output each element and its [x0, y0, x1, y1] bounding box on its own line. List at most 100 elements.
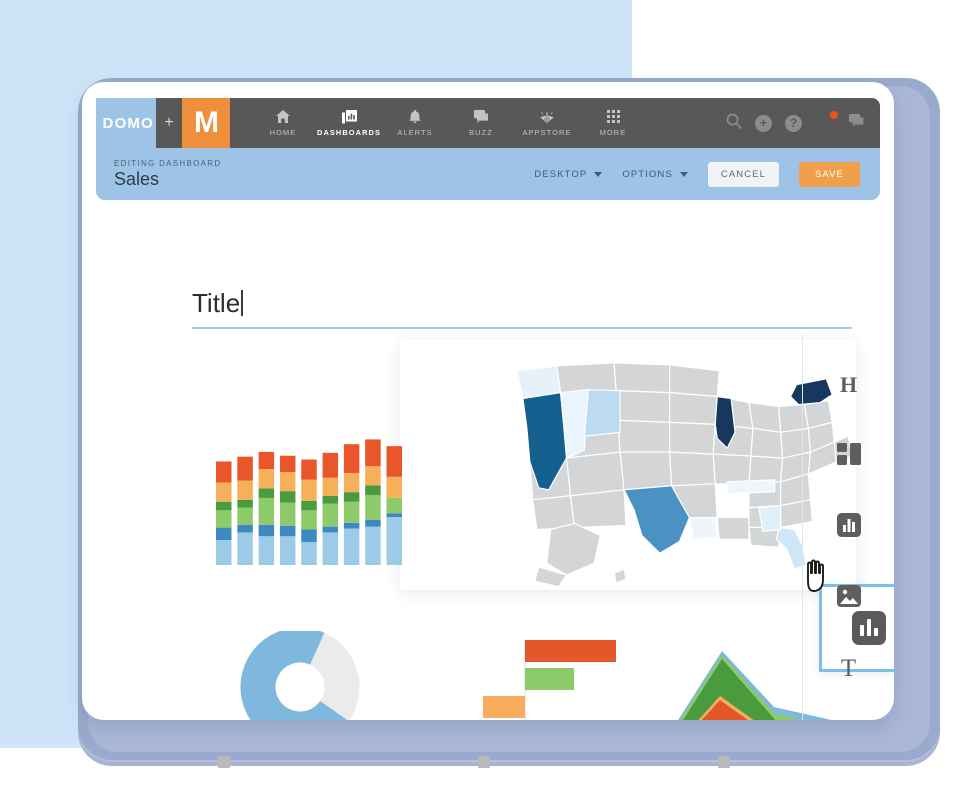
nav-label-buzz: BUZZ: [469, 128, 493, 137]
bell-icon: [409, 109, 421, 124]
notification-badge: [830, 110, 838, 119]
title-input-underline: [192, 327, 852, 329]
bar-segment: [258, 451, 275, 470]
nav-item-home[interactable]: HOME: [250, 109, 316, 137]
layout-tool[interactable]: [822, 421, 876, 492]
us-map-card[interactable]: [400, 340, 856, 590]
options-label: OPTIONS: [622, 168, 673, 180]
bar-segment: [322, 495, 339, 504]
help-icon[interactable]: ?: [785, 114, 802, 132]
editing-block: EDITING DASHBOARD Sales: [96, 159, 221, 190]
stacked-bar-card[interactable]: [214, 423, 404, 568]
plus-glyph: +: [164, 114, 174, 131]
bar-segment: [343, 528, 360, 565]
bar-segment: [258, 488, 275, 498]
options-dropdown[interactable]: OPTIONS: [622, 168, 688, 180]
nav-right-actions: + ?: [726, 98, 880, 148]
home-icon: [276, 109, 290, 124]
map-region-georgia: [758, 504, 782, 533]
avatar[interactable]: [815, 110, 838, 134]
heading-tool[interactable]: H: [822, 350, 876, 421]
bar-segment: [301, 479, 317, 501]
bar-segment: [301, 510, 317, 530]
tornado-bar-card[interactable]: [439, 637, 629, 720]
bar-segment: [365, 439, 381, 467]
dashboards-icon: [341, 109, 357, 124]
top-navigation-bar: DOMO + M HOME DASHBOARDS ALERTS BUZZ APP…: [96, 98, 880, 148]
nav-label-more: MORE: [599, 128, 627, 137]
help-glyph: ?: [789, 116, 798, 130]
appstore-tool[interactable]: [822, 704, 876, 720]
frame-tab: [718, 756, 730, 768]
nav-item-dashboards[interactable]: DASHBOARDS: [316, 109, 382, 137]
diverging-bar-chart: [483, 639, 616, 720]
map-region-tennessee: [726, 479, 776, 495]
bar-segment: [279, 472, 296, 492]
gauge-donut-card[interactable]: [238, 627, 396, 720]
nav-item-buzz[interactable]: BUZZ: [448, 109, 514, 137]
nav-item-more[interactable]: MORE: [580, 109, 646, 137]
bar-segment: [258, 524, 275, 537]
widget-tool-rail: H T: [802, 334, 894, 720]
nav-label-dashboards: DASHBOARDS: [317, 128, 381, 137]
bar-segment: [216, 501, 232, 511]
bar-segment: [322, 526, 339, 533]
bar-segment: [343, 492, 360, 502]
bar-segment: [301, 500, 317, 511]
bar-segment: [237, 532, 253, 565]
image-icon: [836, 584, 861, 612]
chevron-down-icon: [679, 171, 688, 177]
brand-logo[interactable]: DOMO: [96, 98, 156, 148]
device-mode-dropdown[interactable]: DESKTOP: [534, 168, 603, 180]
nav-item-appstore[interactable]: APPSTORE: [514, 109, 580, 137]
appstore-icon: [539, 109, 555, 124]
bar-segment: [279, 455, 296, 473]
bar-segment: [386, 497, 402, 514]
search-icon[interactable]: [726, 113, 742, 134]
map-region-louisiana: [688, 516, 718, 540]
card-tool[interactable]: [822, 492, 876, 563]
nav-label-appstore: APPSTORE: [522, 128, 572, 137]
nav-item-alerts[interactable]: ALERTS: [382, 109, 448, 137]
text-tool[interactable]: T: [822, 633, 876, 704]
bar-segment: [258, 469, 275, 489]
bar-segment: [365, 485, 381, 496]
dashboard-title-input[interactable]: Title: [192, 288, 852, 329]
save-button[interactable]: SAVE: [798, 161, 860, 187]
dashboard-title: Sales: [114, 168, 160, 189]
company-tile[interactable]: M: [182, 98, 230, 148]
editing-status-label: EDITING DASHBOARD: [114, 158, 222, 168]
add-brand-button[interactable]: +: [156, 98, 182, 148]
tornado-bar: [483, 696, 525, 718]
layout-columns-icon: [836, 442, 861, 470]
messages-icon[interactable]: [849, 113, 864, 133]
bar-segment: [216, 461, 232, 483]
bar-segment: [322, 477, 339, 496]
bar-segment: [237, 480, 253, 500]
bar-segment: [386, 513, 402, 518]
nav-label-alerts: ALERTS: [397, 128, 433, 137]
cancel-button[interactable]: CANCEL: [707, 161, 779, 187]
dashboard-canvas: Title H T: [96, 208, 894, 720]
bar-segment: [301, 529, 317, 542]
tornado-bar: [525, 668, 574, 690]
add-icon[interactable]: +: [755, 114, 772, 132]
tornado-bar: [525, 640, 616, 662]
chat-icon: [474, 109, 488, 124]
heading-icon: H: [839, 372, 858, 398]
bar-segment: [301, 459, 317, 480]
text-icon: T: [840, 654, 857, 682]
bar-segment: [386, 517, 402, 565]
device-mode-label: DESKTOP: [534, 168, 588, 180]
add-glyph: +: [759, 116, 767, 130]
bar-segment: [343, 472, 360, 493]
bar-segment: [216, 540, 232, 565]
bar-segment: [279, 536, 296, 565]
bar-segment: [343, 501, 360, 523]
nav-label-home: HOME: [269, 128, 297, 137]
bar-segment: [322, 532, 339, 565]
bar-segment: [365, 495, 381, 520]
bar-segment: [237, 499, 253, 508]
bar-segment: [386, 446, 402, 477]
brand-logo-text: DOMO: [102, 114, 154, 132]
